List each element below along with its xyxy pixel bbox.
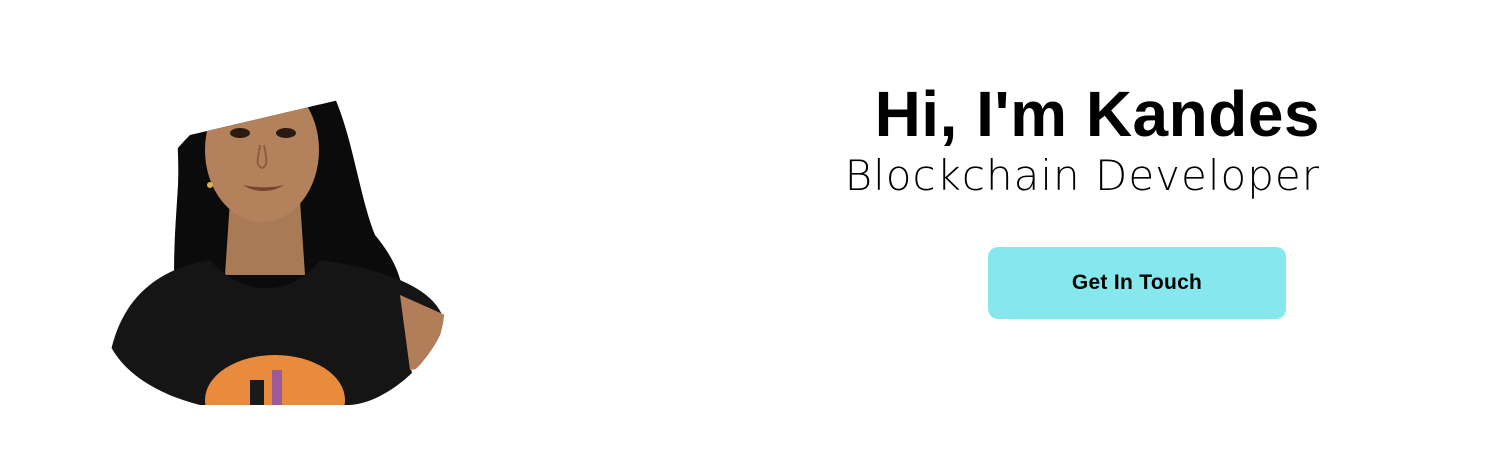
greeting-heading: Hi, I'm Kandes [874,78,1320,150]
role-subtitle: Blockchain Developer [844,151,1320,200]
get-in-touch-button[interactable]: Get In Touch [988,247,1286,319]
profile-photo [100,35,450,405]
hero-section: Hi, I'm Kandes Blockchain Developer Get … [0,0,1510,463]
intro-text: Hi, I'm Kandes Blockchain Developer [845,78,1320,202]
